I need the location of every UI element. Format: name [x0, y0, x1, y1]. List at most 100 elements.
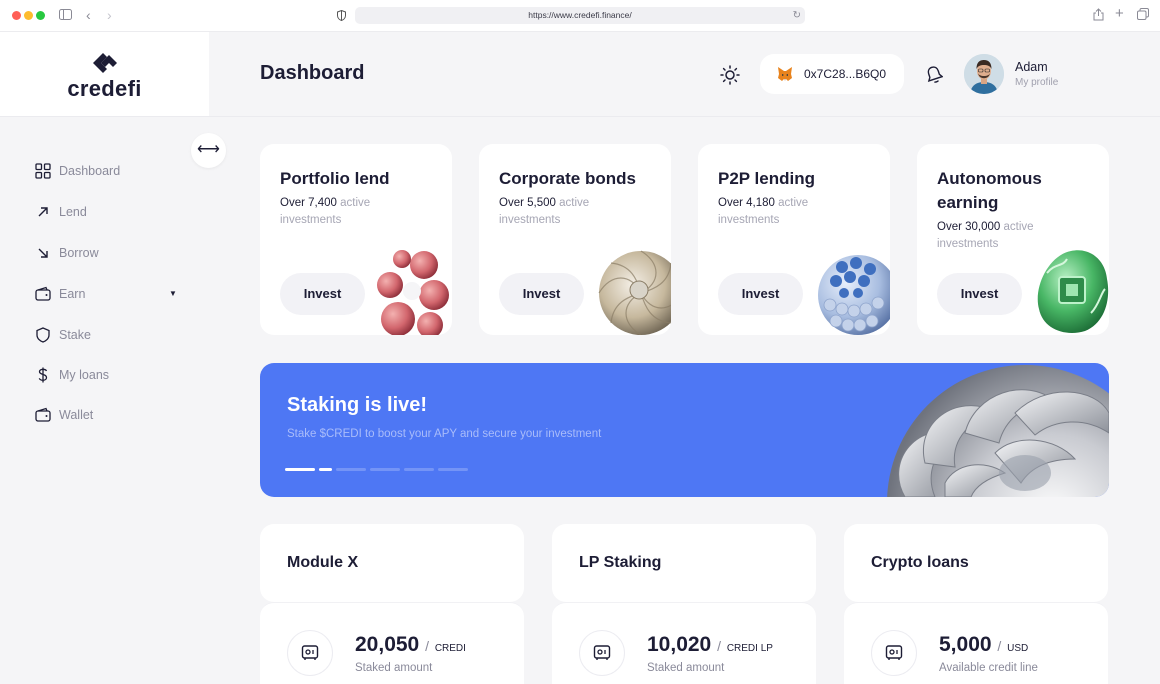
reload-icon[interactable]: ↻ — [793, 7, 801, 24]
card-subtitle: Over 7,400 active investments — [280, 195, 400, 229]
amount-value: 20,050 — [355, 633, 420, 656]
avatar[interactable] — [964, 54, 1004, 94]
shield-icon — [36, 327, 50, 343]
minimize-window-icon[interactable] — [24, 11, 33, 20]
green-cube-illustration — [1037, 250, 1109, 333]
invest-button[interactable]: Invest — [937, 273, 1022, 315]
sidebar-item-label: Lend — [59, 205, 87, 219]
chevron-down-icon[interactable]: ▼ — [169, 284, 177, 304]
collapse-sidebar-button[interactable]: ⟷ — [191, 133, 226, 168]
card-p2p-lending[interactable]: P2P lending Over 4,180 active investment… — [698, 144, 890, 335]
user-photo — [964, 54, 1004, 94]
arrow-down-right-icon — [38, 248, 48, 258]
panel-module-x[interactable]: Module X — [260, 524, 524, 602]
share-icon[interactable] — [1093, 8, 1104, 25]
invest-button[interactable]: Invest — [718, 273, 803, 315]
banner-subtitle: Stake $CREDI to boost your APY and secur… — [287, 428, 602, 440]
sidebar-item-stake[interactable]: Stake — [35, 325, 185, 345]
staked-amount: 20,050 / CREDI — [355, 633, 466, 656]
swirl-sphere-illustration — [598, 250, 671, 335]
wallet-address: 0x7C28...B6Q0 — [804, 67, 887, 81]
forward-icon[interactable]: › — [107, 7, 112, 23]
panel-title: Module X — [287, 554, 359, 571]
brand-name: credefi — [67, 76, 142, 101]
safe-icon — [871, 630, 917, 676]
invest-button[interactable]: Invest — [280, 273, 365, 315]
sidebar-item-label: Stake — [59, 328, 91, 342]
staked-amount: 10,020 / CREDI LP — [647, 633, 773, 656]
sidebar-item-borrow[interactable]: Borrow — [35, 243, 185, 263]
card-title: Portfolio lend — [280, 169, 390, 188]
sidebar-item-dashboard[interactable]: Dashboard — [35, 161, 185, 181]
sidebar-item-wallet[interactable]: Wallet — [35, 405, 185, 425]
carousel-dot[interactable] — [438, 468, 468, 471]
url-text: https://www.credefi.finance/ — [528, 10, 632, 20]
panel-crypto-loans[interactable]: Crypto loans — [844, 524, 1108, 602]
maximize-window-icon[interactable] — [36, 11, 45, 20]
panel-module-x-body: 20,050 / CREDI Staked amount — [260, 602, 524, 684]
panel-crypto-loans-body: 5,000 / USD Available credit line — [844, 602, 1108, 684]
amount-value: 5,000 — [939, 633, 992, 656]
sidebar-item-label: Earn — [59, 287, 86, 301]
back-icon[interactable]: ‹ — [86, 7, 91, 23]
grid-icon — [35, 163, 51, 179]
panel-lp-staking[interactable]: LP Staking — [552, 524, 816, 602]
carousel-dot[interactable] — [370, 468, 400, 471]
card-subtitle: Over 5,500 active investments — [499, 195, 619, 229]
carousel-dot[interactable] — [404, 468, 434, 471]
sidebar-item-label: Borrow — [59, 246, 99, 260]
tabs-overview-icon[interactable] — [1137, 8, 1149, 24]
amount-unit: CREDI — [434, 643, 466, 654]
dollar-icon — [38, 367, 48, 383]
carousel-dot[interactable] — [336, 468, 366, 471]
carousel-dot[interactable] — [285, 468, 315, 471]
wallet-address-button[interactable]: 0x7C28...B6Q0 — [760, 54, 904, 94]
address-bar[interactable]: https://www.credefi.finance/ ↻ — [355, 7, 805, 24]
credefi-logo-icon — [93, 53, 117, 73]
wallet-icon — [35, 286, 51, 301]
banner-title: Staking is live! — [287, 394, 428, 416]
sidebar: credefi ⟷ Dashboard Lend Borrow Earn ▼ S… — [0, 32, 226, 684]
profile-link[interactable]: My profile — [1015, 77, 1058, 88]
amount-label: Staked amount — [355, 662, 433, 674]
header: Dashboard 0x7C28...B6Q0 Adam My profile — [209, 32, 1160, 117]
sidebar-item-label: Dashboard — [59, 164, 121, 178]
credit-amount: 5,000 / USD — [939, 633, 1029, 656]
logo[interactable]: credefi — [0, 32, 209, 117]
card-title: Autonomous earning — [937, 169, 1042, 212]
carousel-dot[interactable] — [319, 468, 332, 471]
sidebar-toggle-icon[interactable] — [59, 8, 72, 24]
sidebar-item-earn[interactable]: Earn ▼ — [35, 284, 185, 304]
safe-icon — [579, 630, 625, 676]
staking-banner[interactable]: Staking is live! Stake $CREDI to boost y… — [260, 363, 1109, 497]
invest-button[interactable]: Invest — [499, 273, 584, 315]
sidebar-item-label: Wallet — [59, 408, 94, 422]
amount-unit: USD — [1007, 643, 1029, 654]
card-autonomous-earning[interactable]: Autonomous earning Over 30,000 active in… — [917, 144, 1109, 335]
card-corporate-bonds[interactable]: Corporate bonds Over 5,500 active invest… — [479, 144, 671, 335]
card-count: Over 4,180 — [718, 197, 775, 209]
card-count: Over 7,400 — [280, 197, 337, 209]
amount-value: 10,020 — [647, 633, 712, 656]
sidebar-item-my-loans[interactable]: My loans — [35, 365, 185, 385]
metamask-fox-icon — [778, 67, 792, 81]
card-title: Corporate bonds — [499, 169, 636, 188]
wallet-icon — [35, 407, 51, 422]
sidebar-item-label: My loans — [59, 368, 110, 382]
metallic-swirl-illustration — [887, 365, 1109, 497]
card-portfolio-lend[interactable]: Portfolio lend Over 7,400 active investm… — [260, 144, 452, 335]
amount-label: Available credit line — [939, 662, 1038, 674]
close-window-icon[interactable] — [12, 11, 21, 20]
card-title: P2P lending — [718, 169, 815, 188]
bell-icon[interactable] — [925, 65, 943, 84]
sidebar-item-lend[interactable]: Lend — [35, 202, 185, 222]
card-subtitle: Over 4,180 active investments — [718, 195, 838, 229]
arrow-up-right-icon — [38, 207, 48, 217]
privacy-shield-icon[interactable] — [337, 9, 346, 25]
amount-unit: CREDI LP — [726, 643, 773, 654]
new-tab-icon[interactable]: + — [1115, 6, 1124, 22]
sun-icon[interactable] — [720, 65, 740, 85]
pink-blob-illustration — [377, 250, 449, 335]
user-name[interactable]: Adam — [1015, 60, 1048, 74]
card-count: Over 5,500 — [499, 197, 556, 209]
